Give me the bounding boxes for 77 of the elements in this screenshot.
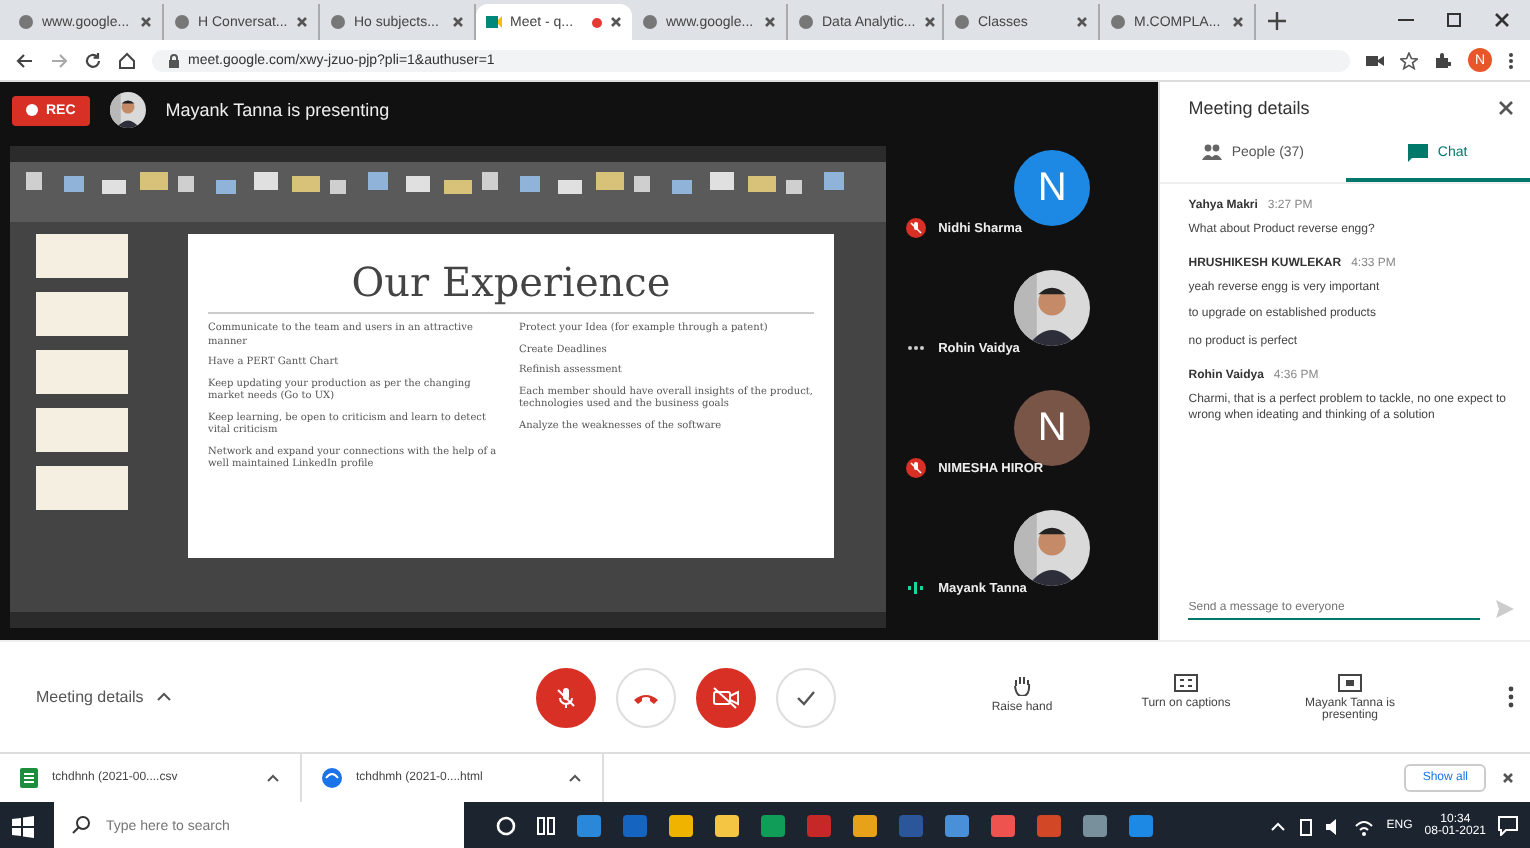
- search-icon: [72, 816, 90, 834]
- close-icon[interactable]: [1498, 100, 1514, 116]
- camera-button[interactable]: [696, 667, 756, 728]
- avatar-initial: N: [1014, 390, 1091, 466]
- slide-thumbnail[interactable]: [36, 234, 128, 278]
- windows-icon[interactable]: [12, 815, 34, 837]
- slide-thumbnail[interactable]: [36, 350, 128, 394]
- close-icon[interactable]: [1232, 16, 1244, 28]
- close-icon[interactable]: [140, 16, 152, 28]
- favicon-icon: [798, 14, 814, 30]
- favicon-icon: [18, 14, 34, 30]
- app-icon[interactable]: [714, 814, 740, 838]
- chat-icon: [1407, 143, 1428, 161]
- close-icon[interactable]: [610, 16, 622, 28]
- app-icon[interactable]: [990, 814, 1016, 838]
- app-icon[interactable]: [1128, 814, 1154, 838]
- avatar-initial: N: [1014, 150, 1091, 226]
- circle-icon[interactable]: [496, 816, 516, 836]
- home-icon[interactable]: [118, 51, 136, 69]
- camera-off-icon: [712, 685, 740, 710]
- mic-off-icon: [906, 458, 927, 478]
- caret-icon: [568, 774, 582, 782]
- slide-title: Our Experience: [208, 258, 814, 314]
- favicon-icon: [486, 14, 502, 30]
- notification-icon[interactable]: [1498, 816, 1518, 836]
- restore-icon[interactable]: [1446, 12, 1462, 28]
- speaking-icon: [906, 578, 927, 598]
- puzzle-icon[interactable]: [1434, 51, 1452, 69]
- favicon-icon: [642, 14, 658, 30]
- new-tab-icon[interactable]: [1268, 11, 1286, 29]
- lock-icon: [168, 53, 180, 67]
- caret-icon: [266, 774, 280, 782]
- more-icon[interactable]: [1508, 686, 1514, 709]
- app-icon[interactable]: [760, 814, 786, 838]
- check-icon: [796, 689, 816, 706]
- reload-icon[interactable]: [84, 51, 102, 69]
- present-icon: [1338, 673, 1362, 692]
- favicon-icon: [174, 14, 190, 30]
- app-icon[interactable]: [576, 814, 602, 838]
- slide-thumbnail[interactable]: [36, 408, 128, 452]
- hand-icon: [1012, 673, 1032, 696]
- close-icon[interactable]: [1502, 772, 1514, 784]
- more-icon[interactable]: [1508, 51, 1514, 69]
- favicon-icon: [954, 14, 970, 30]
- close-icon[interactable]: [452, 16, 464, 28]
- slide-thumbnail[interactable]: [36, 466, 128, 510]
- camera-icon[interactable]: [1366, 51, 1384, 69]
- close-icon[interactable]: [923, 16, 936, 28]
- close-icon[interactable]: [1494, 12, 1510, 28]
- meeting-details-toggle[interactable]: Meeting details: [36, 688, 536, 707]
- caret-icon: [155, 692, 172, 703]
- close-icon[interactable]: [1076, 16, 1088, 28]
- browser-icon: [322, 768, 342, 788]
- app-icon[interactable]: [1082, 814, 1108, 838]
- people-icon: [1201, 144, 1222, 160]
- hang-up-button[interactable]: [616, 667, 676, 728]
- app-icon[interactable]: [852, 814, 878, 838]
- favicon-icon: [330, 14, 346, 30]
- star-icon[interactable]: [1400, 51, 1418, 69]
- presenter-text: Mayank Tanna is presenting: [165, 100, 390, 120]
- mic-off-icon: [906, 218, 927, 238]
- phone-icon: [632, 689, 660, 706]
- spreadsheet-icon: [20, 768, 38, 788]
- captions-icon: [1174, 673, 1198, 692]
- app-icon[interactable]: [944, 814, 970, 838]
- slide-thumbnail[interactable]: [36, 292, 128, 336]
- close-icon[interactable]: [764, 16, 776, 28]
- favicon-icon: [1110, 14, 1126, 30]
- task-view-icon[interactable]: [536, 816, 556, 836]
- microphone-button[interactable]: [536, 667, 596, 728]
- app-icon[interactable]: [668, 814, 694, 838]
- close-icon[interactable]: [296, 16, 308, 28]
- wifi-icon[interactable]: [1354, 817, 1375, 835]
- panel-title: Meeting details: [1188, 98, 1310, 118]
- mic-off-icon: [554, 685, 578, 710]
- caret-icon[interactable]: [1270, 821, 1287, 831]
- back-icon[interactable]: [16, 51, 34, 69]
